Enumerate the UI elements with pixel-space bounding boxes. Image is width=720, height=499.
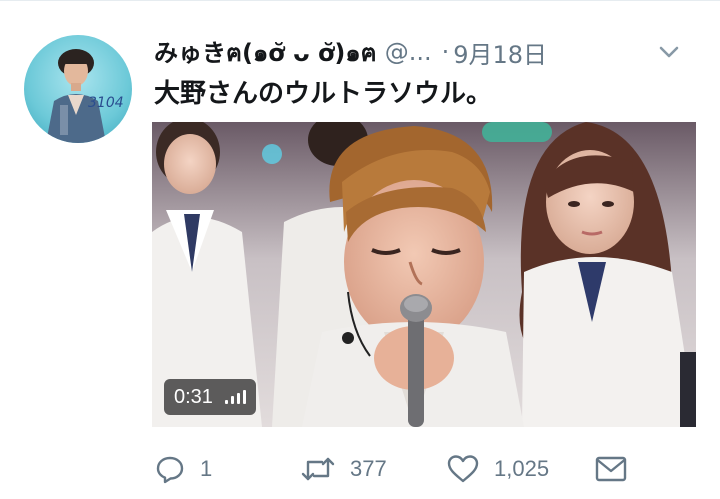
tweet-header: みゅきฅ(๑ơ̆ ᴗ ơ̆)๑ฅ @... · 9月18日 — [154, 35, 702, 69]
tweet-text: 大野さんのウルトラソウル。 — [154, 79, 493, 109]
retweet-count: 377 — [350, 456, 387, 481]
reply-button[interactable]: 1 — [154, 449, 212, 489]
reply-icon — [154, 453, 186, 485]
avatar-signature: 3104 — [88, 95, 124, 111]
video-duration: 0:31 — [174, 385, 213, 408]
chevron-down-icon[interactable] — [656, 39, 682, 65]
video-player[interactable]: 0:31 — [152, 122, 696, 427]
heart-icon — [446, 453, 480, 485]
like-button[interactable]: 1,025 — [446, 449, 549, 489]
volume-icon[interactable] — [224, 390, 246, 404]
retweet-icon — [300, 453, 336, 485]
direct-message-button[interactable] — [594, 449, 628, 489]
like-count: 1,025 — [494, 456, 550, 481]
video-duration-badge: 0:31 — [164, 379, 256, 415]
reply-count: 1 — [200, 456, 213, 481]
envelope-icon — [594, 454, 628, 484]
separator-dot: · — [441, 38, 450, 66]
user-handle[interactable]: @... — [385, 38, 432, 66]
tweet-date[interactable]: 9月18日 — [453, 35, 547, 70]
display-name[interactable]: みゅきฅ(๑ơ̆ ᴗ ơ̆)๑ฅ — [154, 33, 377, 72]
retweet-button[interactable]: 377 — [300, 449, 387, 489]
tweet-actions: 1 377 1,025 — [154, 449, 654, 489]
tweet[interactable]: 3104 みゅきฅ(๑ơ̆ ᴗ ơ̆)๑ฅ @... · 9月18日 大野さんの… — [0, 0, 720, 499]
avatar[interactable]: 3104 — [24, 35, 132, 143]
